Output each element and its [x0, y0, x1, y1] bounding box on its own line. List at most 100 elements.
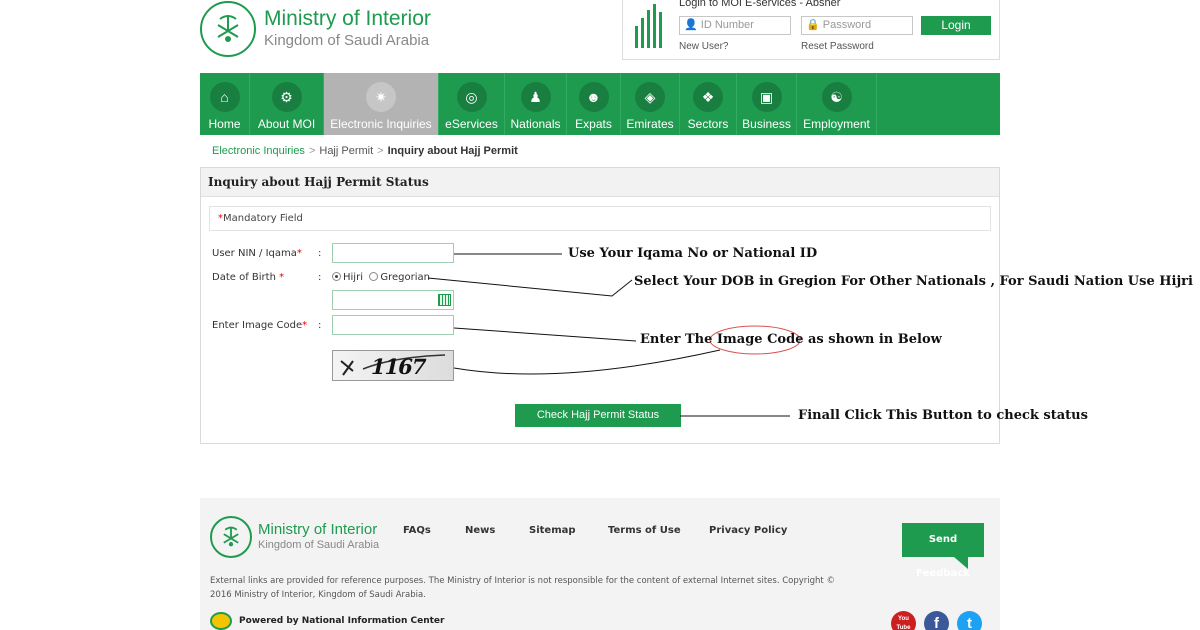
network-icon: ❖	[693, 82, 723, 112]
nav-label: Sectors	[687, 117, 729, 131]
hijri-radio[interactable]	[332, 272, 341, 281]
hajj-permit-form: Inquiry about Hajj Permit Status *Mandat…	[200, 167, 1000, 444]
footer-link-sitemap[interactable]: Sitemap	[529, 525, 576, 536]
nav-item-about-moi[interactable]: ⚙ About MOI	[250, 73, 324, 135]
required-mark: *	[279, 272, 285, 283]
nin-iqama-input[interactable]	[332, 243, 454, 263]
image-code-label-text: Enter Image Code	[212, 320, 303, 331]
saudi-emblem-icon	[200, 1, 256, 57]
footer-logo[interactable]: Ministry of Interior Kingdom of Saudi Ar…	[210, 516, 379, 558]
footer-link-faqs[interactable]: FAQs	[403, 525, 431, 536]
absher-login-box: Login to MOI E-services - Absher 👤 ID Nu…	[622, 0, 1000, 60]
breadcrumb-chevron-icon: >	[308, 145, 316, 157]
nav-item-eservices[interactable]: ◎ eServices	[439, 73, 505, 135]
saudi-emblem-icon	[210, 516, 252, 558]
breadcrumb: Electronic Inquiries > Hajj Permit > Inquiry…	[212, 145, 518, 157]
dob-input[interactable]	[332, 290, 454, 310]
footer-logo-title: Ministry of Interior	[258, 521, 378, 538]
feedback-tail	[954, 557, 968, 569]
fingerprint-icon: ✷	[366, 82, 396, 112]
nav-item-sectors[interactable]: ❖ Sectors	[680, 73, 737, 135]
moi-logo[interactable]: Ministry of Interior Kingdom of Saudi Ar…	[200, 0, 500, 58]
nav-label: Employment	[803, 117, 870, 131]
person-icon: ♟	[520, 82, 551, 112]
nav-label: About MOI	[257, 117, 316, 131]
nin-label-text: User NIN / Iqama	[212, 248, 297, 259]
gregorian-radio[interactable]	[369, 272, 379, 281]
dob-label: Date of Birth *	[212, 272, 284, 283]
footer-link-news[interactable]: News	[465, 525, 495, 536]
id-number-input[interactable]: 👤 ID Number	[679, 16, 791, 35]
mandatory-text: Mandatory Field	[223, 213, 303, 224]
logo-subtitle: Kingdom of Saudi Arabia	[264, 32, 430, 49]
nin-label: User NIN / Iqama*	[212, 248, 302, 259]
home-icon: ⌂	[209, 82, 240, 112]
powered-by-text: Powered by National Information Center	[239, 616, 445, 626]
hijri-label: Hijri	[343, 272, 363, 283]
image-code-input[interactable]	[332, 315, 454, 335]
send-feedback-button[interactable]: Send Feedback	[902, 523, 984, 579]
annotation-dob: Select Your DOB in Gregion For Other Nat…	[634, 274, 1193, 289]
footer-link-privacy[interactable]: Privacy Policy	[709, 525, 787, 536]
check-hajj-permit-button[interactable]: Check Hajj Permit Status	[515, 404, 681, 427]
dob-calendar-type: Hijri Gregorian	[332, 272, 430, 283]
annotation-button: Finall Click This Button to check status	[798, 408, 1088, 423]
nav-item-employment[interactable]: ☯ Employment	[797, 73, 877, 135]
annotation-nin: Use Your Iqama No or National ID	[568, 246, 818, 261]
image-code-label: Enter Image Code*	[212, 320, 307, 331]
breadcrumb-current: Inquiry about Hajj Permit	[387, 145, 518, 157]
twitter-icon[interactable]: t	[957, 611, 982, 630]
briefcase-icon: ▣	[751, 82, 782, 112]
dob-colon: :	[318, 272, 322, 283]
gregorian-label: Gregorian	[380, 272, 430, 283]
required-mark: *	[296, 248, 302, 259]
password-placeholder: Password	[822, 19, 872, 31]
nav-item-emirates[interactable]: ◈ Emirates	[621, 73, 680, 135]
dob-label-text: Date of Birth	[212, 272, 276, 283]
logo-title: Ministry of Interior	[264, 7, 431, 30]
facebook-icon[interactable]: f	[924, 611, 949, 630]
nav-label: Electronic Inquiries	[330, 117, 432, 131]
nav-label: Emirates	[626, 117, 674, 131]
nic-logo-icon	[210, 612, 232, 630]
main-nav: ⌂ Home ⚙ About MOI ✷ Electronic Inquirie…	[200, 73, 1000, 135]
nin-colon: :	[318, 248, 322, 259]
nav-item-home[interactable]: ⌂ Home	[200, 73, 250, 135]
reset-password-link[interactable]: Reset Password	[801, 41, 874, 52]
footer: Ministry of Interior Kingdom of Saudi Ar…	[200, 498, 1000, 630]
breadcrumb-hajj-permit[interactable]: Hajj Permit	[319, 145, 373, 157]
footer-disclaimer: External links are provided for referenc…	[210, 576, 835, 600]
captcha-image: 1167	[332, 350, 454, 381]
team-icon: ☯	[821, 82, 852, 112]
powered-by: Powered by National Information Center	[210, 612, 444, 630]
calendar-icon[interactable]	[438, 294, 451, 306]
new-user-link[interactable]: New User?	[679, 41, 728, 52]
nav-item-electronic-inquiries[interactable]: ✷ Electronic Inquiries	[324, 73, 439, 135]
login-button[interactable]: Login	[921, 16, 991, 35]
breadcrumb-chevron-icon: >	[377, 145, 384, 157]
form-title: Inquiry about Hajj Permit Status	[201, 168, 999, 197]
lock-icon: 🔒	[806, 19, 820, 31]
absher-logo-icon	[633, 2, 667, 52]
breadcrumb-electronic-inquiries[interactable]: Electronic Inquiries	[212, 145, 305, 157]
nav-label: Nationals	[510, 117, 561, 131]
captcha-text: 1167	[368, 354, 429, 379]
nav-label: eServices	[445, 117, 498, 131]
nav-item-nationals[interactable]: ♟ Nationals	[505, 73, 567, 135]
youtube-icon[interactable]: You Tube	[891, 611, 916, 630]
mandatory-note: *Mandatory Field	[209, 206, 991, 231]
nav-label: Expats	[575, 117, 612, 131]
nav-label: Home	[208, 117, 241, 131]
footer-link-terms[interactable]: Terms of Use	[608, 525, 681, 536]
nav-item-expats[interactable]: ☻ Expats	[567, 73, 621, 135]
nav-item-business[interactable]: ▣ Business	[737, 73, 797, 135]
password-input[interactable]: 🔒 Password	[801, 16, 913, 35]
user-icon: 👤	[684, 19, 698, 31]
image-code-colon: :	[318, 320, 322, 331]
login-title: Login to MOI E-services - Absher	[679, 0, 841, 9]
id-number-placeholder: ID Number	[700, 19, 754, 31]
globe-icon: ◎	[456, 82, 487, 112]
page: Ministry of Interior Kingdom of Saudi Ar…	[0, 0, 1200, 630]
annotation-image-code: Enter The Image Code as shown in Below	[640, 332, 942, 347]
emblem-icon: ⚙	[271, 82, 302, 112]
